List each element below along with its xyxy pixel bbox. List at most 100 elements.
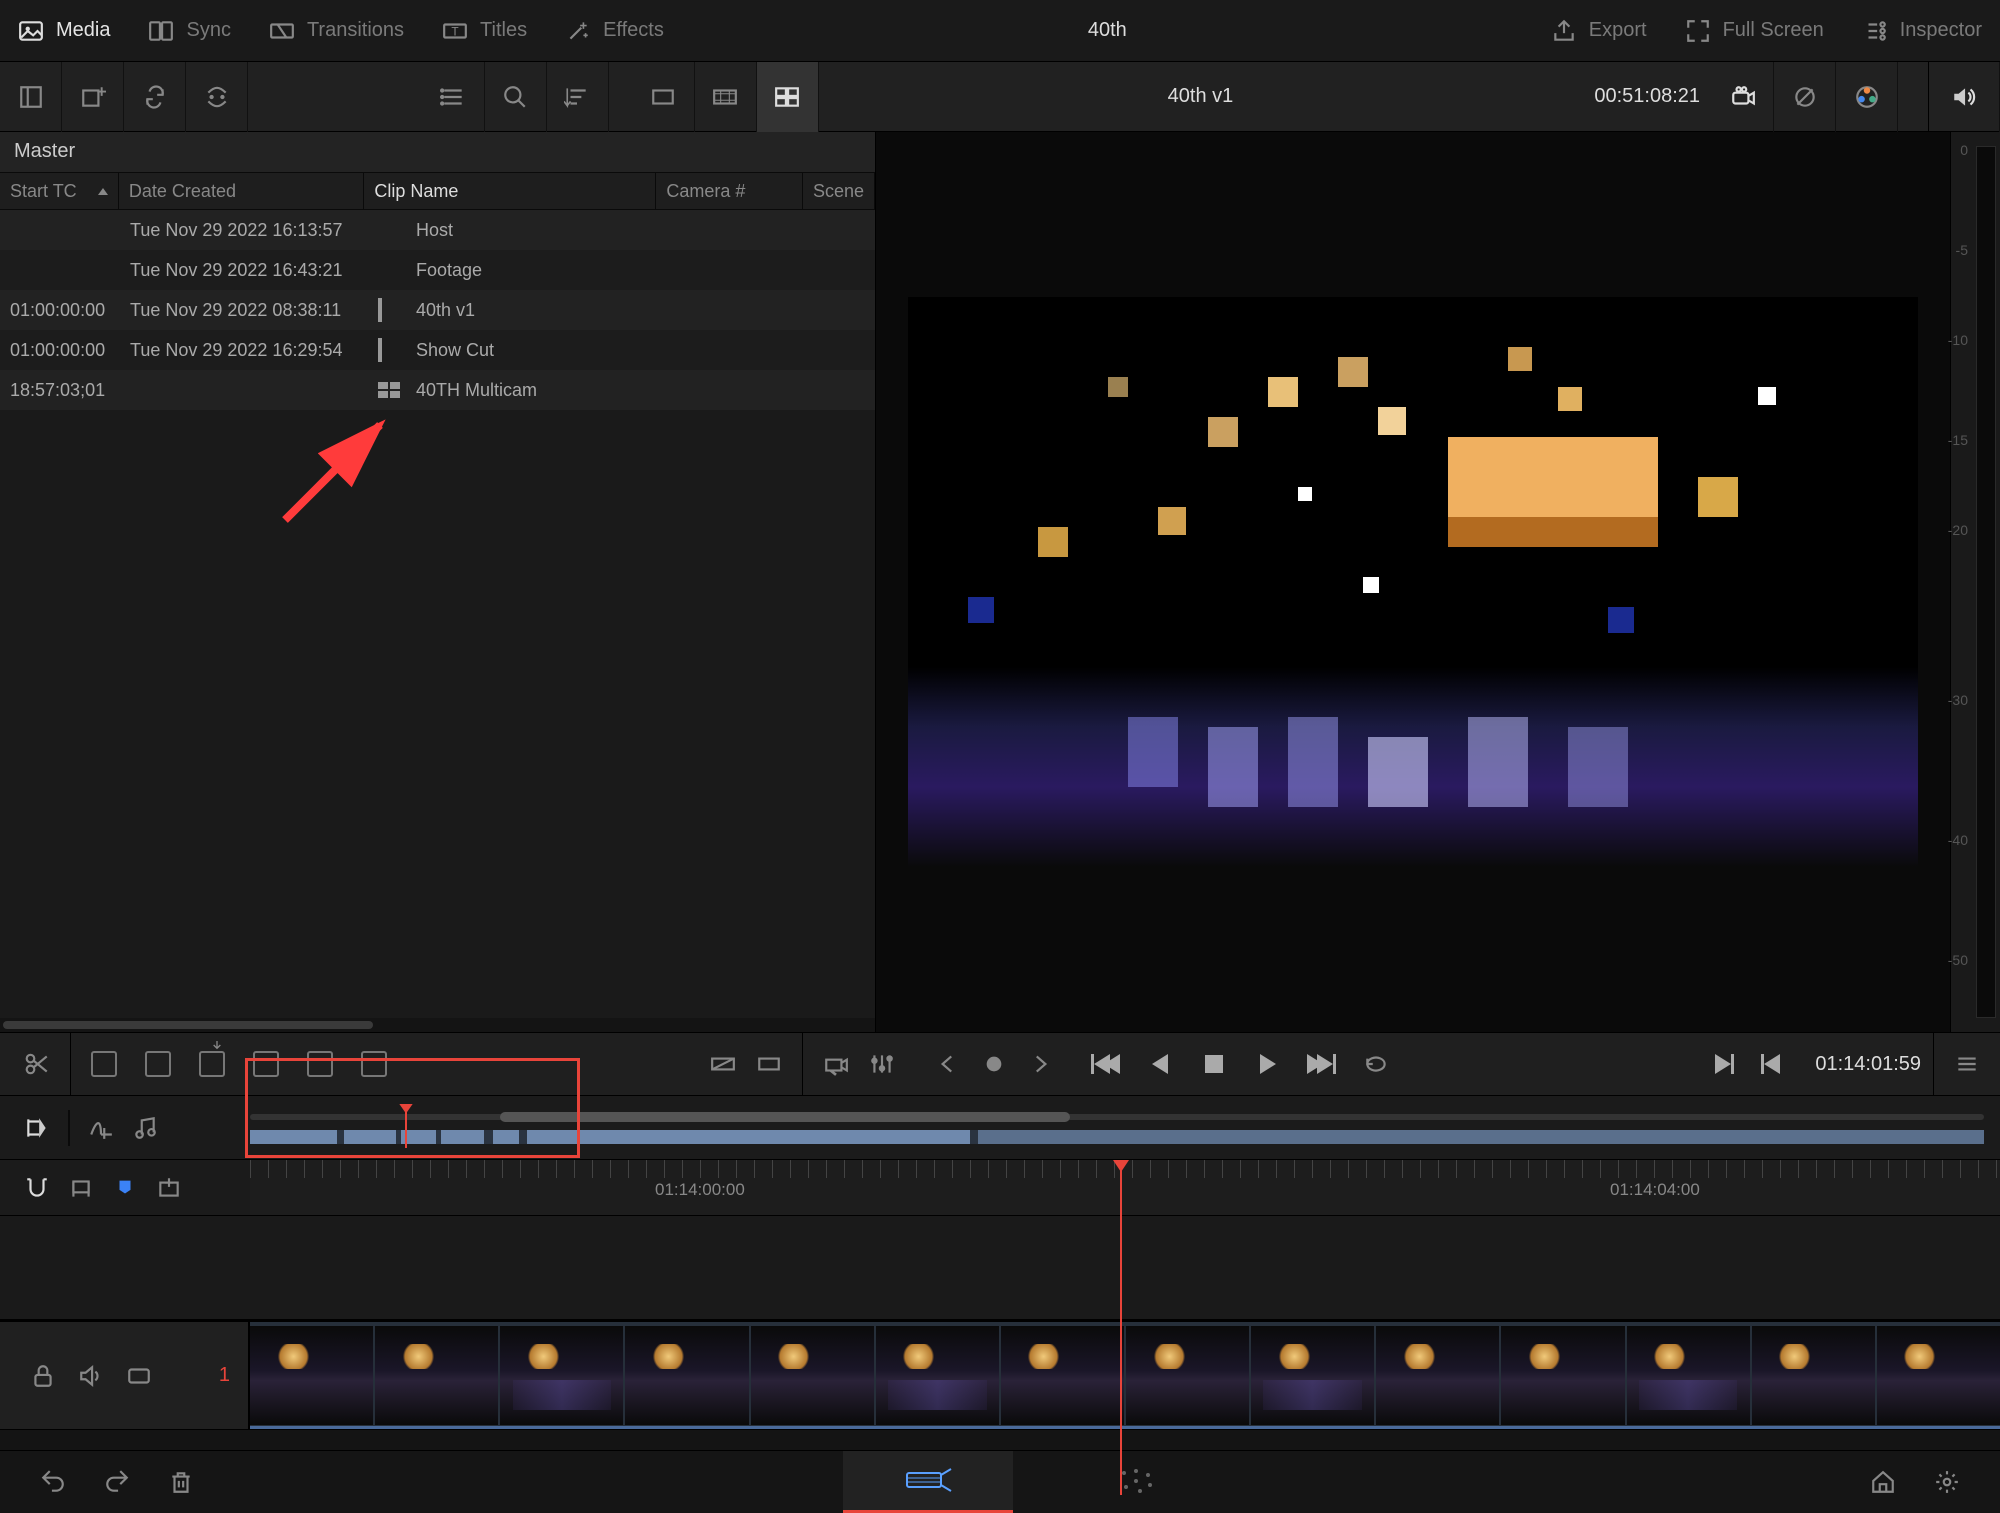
export-button[interactable]: Export	[1551, 18, 1647, 44]
place-on-top-button[interactable]	[307, 1051, 333, 1077]
redo-button[interactable]	[104, 1469, 130, 1495]
list-view-button[interactable]	[423, 62, 485, 132]
mute-track-button[interactable]	[78, 1363, 104, 1389]
tab-effects-label: Effects	[603, 19, 664, 42]
sort-caret-icon	[98, 188, 108, 195]
source-timecode[interactable]: 00:51:08:21	[1594, 85, 1700, 108]
timeline-mode-button[interactable]	[757, 62, 819, 132]
track-header[interactable]: 1	[0, 1322, 250, 1429]
bin-path[interactable]: Master	[0, 132, 875, 172]
sync-bin-button[interactable]	[124, 62, 186, 132]
jump-first-button[interactable]	[1093, 1051, 1119, 1077]
go-start-button[interactable]	[1757, 1051, 1783, 1077]
svg-text:T: T	[451, 24, 458, 38]
tools-button[interactable]	[823, 1051, 849, 1077]
fullscreen-button[interactable]: Full Screen	[1685, 18, 1824, 44]
tab-sync[interactable]: Sync	[148, 18, 230, 44]
snap-button[interactable]	[24, 1175, 50, 1201]
cut-button[interactable]	[756, 1051, 782, 1077]
audio-meter: 0 -5 -10 -15 -20 -30 -40 -50	[1950, 132, 2000, 1032]
tab-titles-label: Titles	[480, 19, 527, 42]
edit-page-tab[interactable]	[1051, 1451, 1221, 1513]
source-tape-button[interactable]	[186, 62, 248, 132]
column-headers: Start TC Date Created Clip Name Camera #…	[0, 172, 875, 210]
sort-button[interactable]	[547, 62, 609, 132]
record-timecode[interactable]: 01:14:01:59	[1815, 1053, 1921, 1076]
col-clip-name[interactable]: Clip Name	[364, 173, 656, 209]
inspector-label: Inspector	[1900, 19, 1982, 42]
marker-button[interactable]	[68, 1175, 94, 1201]
clip-row[interactable]: 01:00:00:00 Tue Nov 29 2022 16:29:54 Sho…	[0, 330, 875, 370]
tab-media[interactable]: Media	[18, 18, 110, 44]
timeline-menu-button[interactable]	[1954, 1051, 1980, 1077]
viewer-canvas[interactable]	[876, 132, 1950, 1032]
delete-button[interactable]	[168, 1469, 194, 1495]
fullscreen-label: Full Screen	[1723, 19, 1824, 42]
tab-effects[interactable]: Effects	[565, 18, 664, 44]
flag-button[interactable]	[112, 1175, 138, 1201]
inspector-button[interactable]: Inspector	[1862, 18, 1982, 44]
timeline-ruler[interactable]: 01:14:00:00 01:14:04:00	[250, 1160, 2000, 1215]
home-button[interactable]	[1870, 1469, 1896, 1495]
search-button[interactable]	[485, 62, 547, 132]
add-marker-button[interactable]	[156, 1175, 182, 1201]
media-pool-scrollbar[interactable]	[0, 1018, 875, 1032]
export-label: Export	[1589, 19, 1647, 42]
timeline-icon	[378, 338, 382, 362]
mini-timeline[interactable]	[250, 1108, 1984, 1148]
source-mode-button[interactable]	[633, 62, 695, 132]
clip-row[interactable]: Tue Nov 29 2022 16:13:57 Host	[0, 210, 875, 250]
import-media-button[interactable]	[62, 62, 124, 132]
step-back-button[interactable]	[1147, 1051, 1173, 1077]
stop-button[interactable]	[1201, 1051, 1227, 1077]
jump-last-button[interactable]	[1309, 1051, 1335, 1077]
track-clips[interactable]	[250, 1322, 2000, 1429]
append-button[interactable]	[145, 1051, 171, 1077]
tab-titles[interactable]: T Titles	[442, 18, 527, 44]
lock-track-button[interactable]	[30, 1363, 56, 1389]
ripple-overwrite-button[interactable]	[199, 1051, 225, 1077]
go-end-button[interactable]	[1711, 1051, 1737, 1077]
prev-marker-button[interactable]	[935, 1051, 961, 1077]
settings-button[interactable]	[1934, 1469, 1960, 1495]
col-start-tc[interactable]: Start TC	[0, 173, 119, 209]
col-camera[interactable]: Camera #	[656, 173, 803, 209]
smart-insert-button[interactable]	[91, 1051, 117, 1077]
sliders-button[interactable]	[869, 1051, 895, 1077]
bin-view-button[interactable]	[0, 62, 62, 132]
next-marker-button[interactable]	[1027, 1051, 1053, 1077]
ruler-label: 01:14:00:00	[655, 1180, 745, 1200]
secondary-toolbar: 40th v1 00:51:08:21	[0, 62, 2000, 132]
audio-trim-button[interactable]	[88, 1115, 114, 1141]
timeline-area: 01:14:01:59	[0, 1032, 2000, 1450]
mute-button[interactable]	[1928, 62, 2000, 132]
record-marker-button[interactable]	[981, 1051, 1007, 1077]
multicam-icon	[378, 382, 400, 398]
mini-playhead-icon[interactable]	[405, 1108, 407, 1148]
play-button[interactable]	[1255, 1051, 1281, 1077]
music-button[interactable]	[132, 1115, 158, 1141]
col-date[interactable]: Date Created	[119, 173, 364, 209]
undo-button[interactable]	[40, 1469, 66, 1495]
multicam-mode-button[interactable]	[695, 62, 757, 132]
clip-row[interactable]: Tue Nov 29 2022 16:43:21 Footage	[0, 250, 875, 290]
color-wheel-icon[interactable]	[1836, 62, 1898, 132]
col-scene[interactable]: Scene	[803, 173, 875, 209]
dissolve-button[interactable]	[710, 1051, 736, 1077]
clip-row[interactable]: 18:57:03;01 40TH Multicam	[0, 370, 875, 410]
split-tool-button[interactable]	[24, 1051, 50, 1077]
cut-page-tab[interactable]	[843, 1451, 1013, 1513]
loop-button[interactable]	[1363, 1051, 1389, 1077]
clip-row[interactable]: 01:00:00:00 Tue Nov 29 2022 08:38:11 40t…	[0, 290, 875, 330]
closeup-button[interactable]	[253, 1051, 279, 1077]
video-track-button[interactable]	[126, 1363, 152, 1389]
tab-transitions[interactable]: Transitions	[269, 18, 404, 44]
viewer-clip-title[interactable]: 40th v1	[1168, 85, 1234, 108]
source-overwrite-button[interactable]	[361, 1051, 387, 1077]
timeline-icon	[378, 298, 382, 322]
camera-lut-button[interactable]	[1712, 62, 1774, 132]
clip-list: Tue Nov 29 2022 16:13:57 Host Tue Nov 29…	[0, 210, 875, 1018]
track-number: 1	[219, 1364, 230, 1387]
bypass-grades-button[interactable]	[1774, 62, 1836, 132]
trim-mode-button[interactable]	[24, 1115, 50, 1141]
